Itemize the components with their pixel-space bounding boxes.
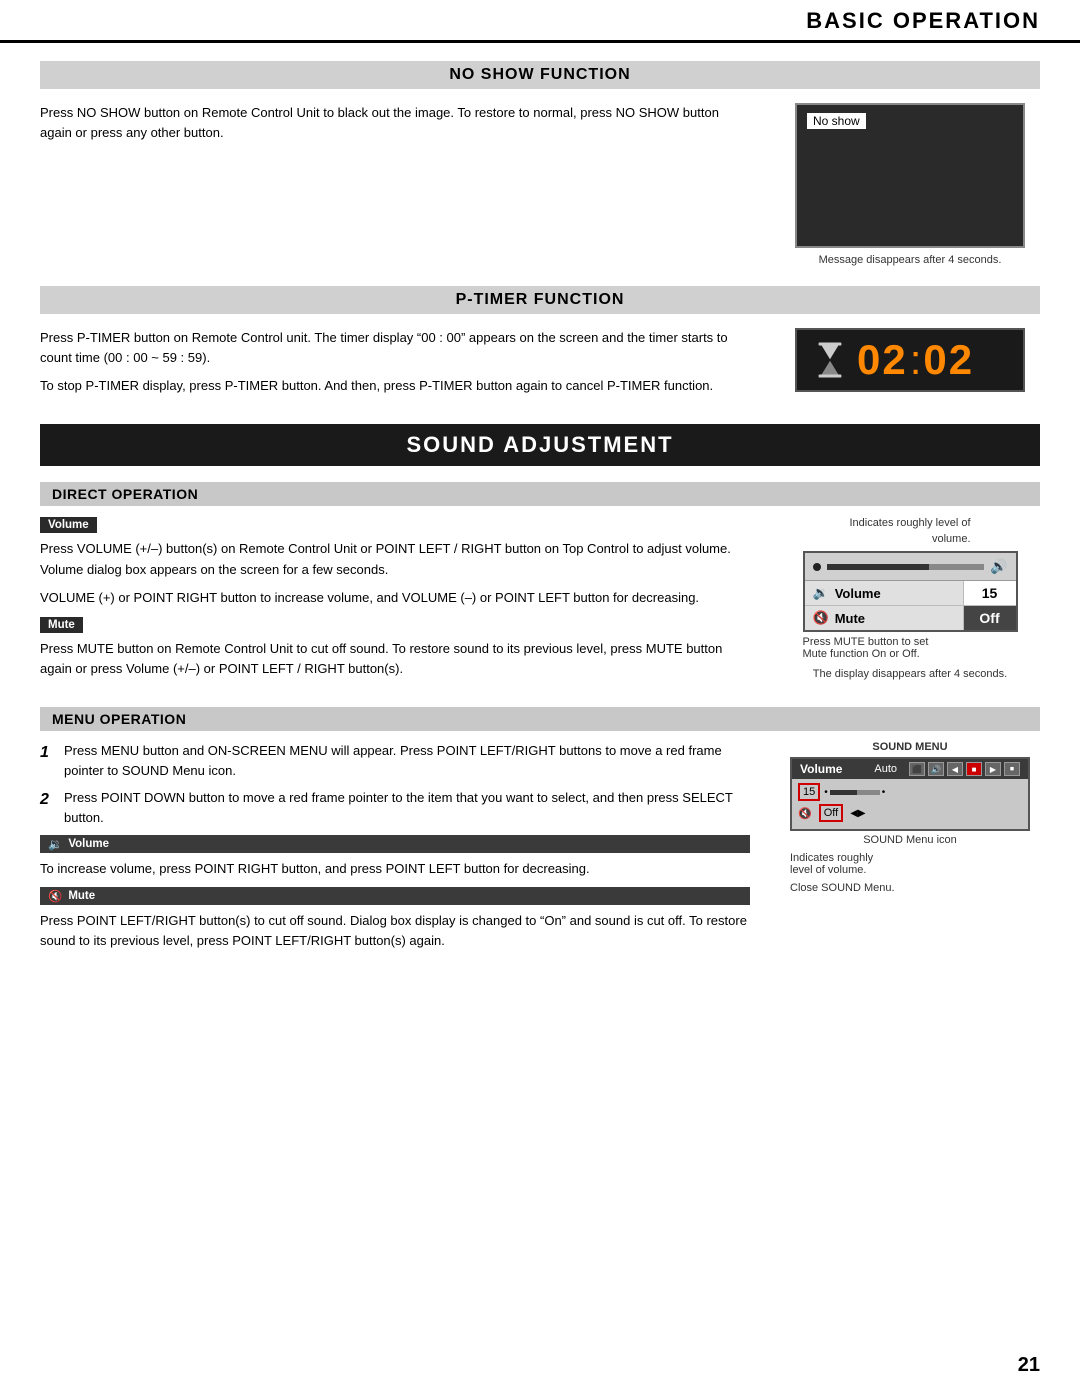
noshow-display-box: No show [795, 103, 1025, 248]
direct-op-col-right: Indicates roughly level ofvolume. 🔊 🔉 Vo… [780, 516, 1040, 687]
sm-icon-6: ⏹ [1004, 762, 1020, 776]
menu-op-col-left: 1 Press MENU button and ON-SCREEN MENU w… [40, 741, 750, 959]
menu-volume-label-text: Volume [68, 838, 109, 850]
page-number: 21 [1018, 1354, 1040, 1377]
volume-row-text: Volume [835, 586, 881, 601]
volume-icon: 🔉 [813, 585, 829, 601]
menu-mute-body: Press POINT LEFT/RIGHT button(s) to cut … [40, 911, 750, 951]
sm-icon-2: 🔊 [928, 762, 944, 776]
ptimer-col-right: 02 : 02 [780, 328, 1040, 404]
ptimer-colon: : [910, 336, 922, 384]
ptimer-col-left: Press P-TIMER button on Remote Control u… [40, 328, 750, 404]
speaker-icon: 🔊 [990, 558, 1007, 575]
step-num-2: 2 [40, 788, 56, 827]
volume-dialog: 🔊 🔉 Volume 15 🔇 Mute Off [803, 551, 1018, 632]
menu-volume-label-box: 🔉 Volume [40, 835, 750, 853]
sm-volume-row: 15 • • [798, 783, 1022, 801]
noshow-col-left: Press NO SHOW button on Remote Control U… [40, 103, 750, 266]
close-sound-menu: Close SOUND Menu. [790, 882, 1030, 894]
mute-row-value: Off [964, 606, 1016, 630]
ptimer-display: 02 : 02 [795, 328, 1025, 392]
sm-mini-slider: • • [824, 787, 885, 798]
step-1: 1 Press MENU button and ON-SCREEN MENU w… [40, 741, 750, 780]
volume-slider-row: 🔊 [805, 553, 1016, 581]
volume-row-label: 🔉 Volume [805, 581, 964, 605]
ptimer-body2: To stop P-TIMER display, press P-TIMER b… [40, 376, 750, 396]
sm-vol-num: 15 [798, 783, 820, 801]
sound-menu-auto: Auto [874, 763, 897, 775]
volume-body2: VOLUME (+) or POINT RIGHT button to incr… [40, 588, 750, 608]
menu-operation-content: 1 Press MENU button and ON-SCREEN MENU w… [40, 741, 1040, 959]
page-header: BASIC OPERATION [0, 0, 1080, 43]
sm-mute-arrow: ◀▶ [850, 808, 865, 819]
menu-mute-label-text: Mute [68, 890, 95, 902]
step-2-text: Press POINT DOWN button to move a red fr… [64, 788, 750, 827]
sound-adjustment-header: SOUND ADJUSTMENT [40, 424, 1040, 466]
menu-volume-body: To increase volume, press POINT RIGHT bu… [40, 859, 750, 879]
ptimer-body1: Press P-TIMER button on Remote Control u… [40, 328, 750, 368]
volume-row: 🔉 Volume 15 [805, 581, 1016, 606]
noshow-section-content: Press NO SHOW button on Remote Control U… [40, 103, 1040, 266]
slider-fill [827, 564, 929, 570]
ptimer-section-content: Press P-TIMER button on Remote Control u… [40, 328, 1040, 404]
mute-label-box: Mute [40, 617, 83, 633]
ptimer-digits2: 02 [923, 336, 974, 384]
noshow-body: Press NO SHOW button on Remote Control U… [40, 103, 750, 143]
mute-row-text: Mute [835, 611, 865, 626]
menu-operation-header: MENU OPERATION [40, 707, 1040, 731]
mute-caption: Press MUTE button to setMute function On… [803, 636, 1018, 660]
sm-mini-fill [830, 790, 858, 795]
mute-icon: 🔇 [813, 610, 829, 626]
direct-op-col-left: Volume Press VOLUME (+/–) button(s) on R… [40, 516, 750, 687]
main-content: NO SHOW FUNCTION Press NO SHOW button on… [0, 61, 1080, 1010]
sm-dot-left: • [824, 787, 828, 798]
sm-mute-icon: 🔇 [798, 807, 812, 820]
mute-row: 🔇 Mute Off [805, 606, 1016, 630]
sound-menu-label: SOUND MENU [872, 741, 947, 753]
sound-menu-screenshot: Volume Auto ⬛ 🔊 ◀ ■ ▶ ⏹ 15 [790, 757, 1030, 831]
hourglass-icon [811, 341, 849, 379]
slider-dot [813, 563, 821, 571]
sm-icon-4: ■ [966, 762, 982, 776]
noshow-section-header: NO SHOW FUNCTION [40, 61, 1040, 89]
sound-menu-rows: 15 • • 🔇 Off ◀▶ [792, 779, 1028, 829]
sound-menu-volume-title: Volume [800, 762, 868, 776]
direct-operation-content: Volume Press VOLUME (+/–) button(s) on R… [40, 516, 1040, 687]
step-num-1: 1 [40, 741, 56, 780]
sm-mini-bar [830, 790, 880, 795]
page-title: BASIC OPERATION [806, 8, 1040, 34]
ptimer-section-header: P-TIMER FUNCTION [40, 286, 1040, 314]
indicates-level-text: Indicates roughlylevel of volume. [790, 852, 1030, 876]
sm-icon-1: ⬛ [909, 762, 925, 776]
menu-op-col-right: SOUND MENU Volume Auto ⬛ 🔊 ◀ ■ ▶ ⏹ [780, 741, 1040, 959]
display-disappears: The display disappears after 4 seconds. [813, 668, 1007, 680]
sound-menu-title-row: Volume Auto ⬛ 🔊 ◀ ■ ▶ ⏹ [792, 759, 1028, 779]
sm-off-value: Off [819, 804, 843, 822]
sm-icon-5: ▶ [985, 762, 1001, 776]
menu-mute-label-box: 🔇 Mute [40, 887, 750, 905]
menu-volume-icon: 🔉 [48, 837, 62, 851]
slider-bar [827, 564, 985, 570]
sound-menu-icon-label: SOUND Menu icon [863, 834, 957, 846]
volume-body1: Press VOLUME (+/–) button(s) on Remote C… [40, 539, 750, 579]
ptimer-digits1: 02 [857, 336, 908, 384]
step-1-text: Press MENU button and ON-SCREEN MENU wil… [64, 741, 750, 780]
mute-row-label: 🔇 Mute [805, 606, 964, 630]
noshow-box-label: No show [807, 113, 866, 129]
sound-menu-icon-row: ⬛ 🔊 ◀ ■ ▶ ⏹ [909, 762, 1020, 776]
step-2: 2 Press POINT DOWN button to move a red … [40, 788, 750, 827]
sm-mute-row: 🔇 Off ◀▶ [798, 804, 1022, 822]
noshow-caption: Message disappears after 4 seconds. [819, 254, 1002, 266]
step-list: 1 Press MENU button and ON-SCREEN MENU w… [40, 741, 750, 827]
volume-label-box: Volume [40, 517, 97, 533]
menu-mute-icon: 🔇 [48, 889, 62, 903]
direct-operation-header: DIRECT OPERATION [40, 482, 1040, 506]
indicates-volume-text: Indicates roughly level ofvolume. [849, 516, 970, 547]
mute-body: Press MUTE button on Remote Control Unit… [40, 639, 750, 679]
noshow-col-right: No show Message disappears after 4 secon… [780, 103, 1040, 266]
sm-icon-3: ◀ [947, 762, 963, 776]
sm-dot-right: • [882, 787, 886, 798]
volume-row-value: 15 [964, 581, 1016, 605]
